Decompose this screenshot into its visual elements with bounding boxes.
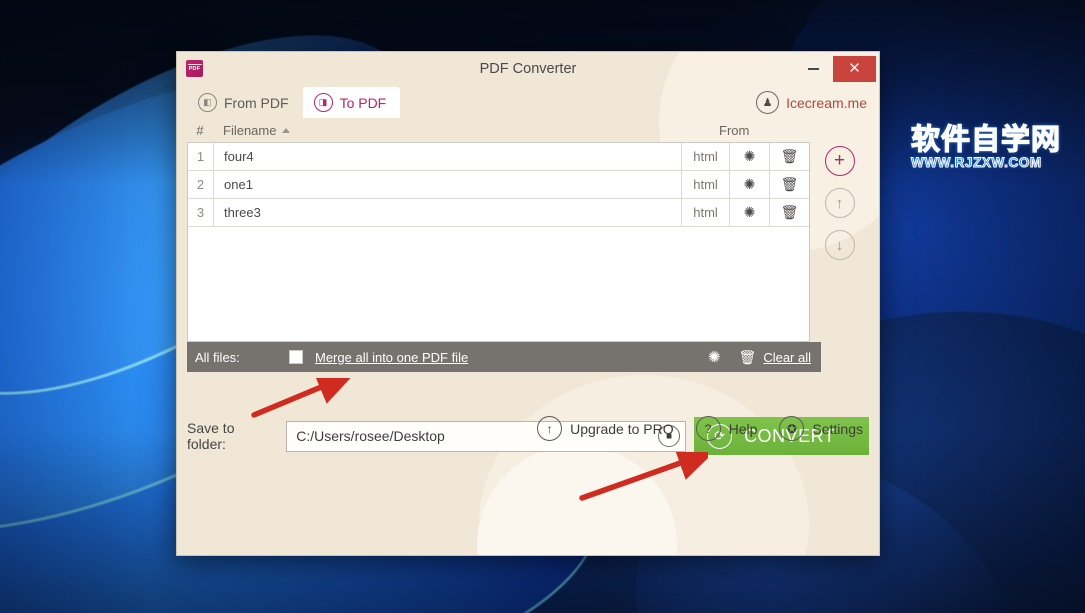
gear-icon: ✺	[743, 148, 756, 164]
row-filename: four4	[224, 149, 254, 164]
row-settings-button[interactable]: ✺	[729, 171, 769, 198]
merge-all-label[interactable]: Merge all into one PDF file	[315, 350, 468, 365]
icecream-brand-link[interactable]: ♟ Icecream.me	[756, 91, 867, 114]
column-header-filename-label: Filename	[223, 122, 277, 138]
question-mark-icon: ?	[695, 416, 721, 441]
all-files-label: All files:	[195, 349, 240, 365]
close-button[interactable]: ✕	[833, 55, 876, 82]
tab-from-pdf[interactable]: ◧ From PDF	[187, 87, 303, 118]
close-icon: ✕	[848, 60, 861, 77]
gear-icon: ✺	[743, 204, 756, 220]
gear-icon: ✪	[779, 416, 805, 441]
row-filename: three3	[224, 205, 261, 220]
row-source-format: html	[681, 171, 729, 198]
title-bar[interactable]: PDF Converter ✕	[177, 52, 879, 85]
to-pdf-icon: ◨	[313, 93, 333, 112]
arrow-down-icon: ↓	[835, 236, 844, 254]
icecream-cone-icon: ♟	[756, 91, 780, 114]
site-watermark: 软件自学网 WWW.RJZXW.COM	[910, 124, 1062, 170]
upgrade-to-pro-button[interactable]: ↑ Upgrade to PRO	[537, 416, 674, 441]
desktop-background: 软件自学网 WWW.RJZXW.COM PDF Converter ✕ ◧	[0, 0, 1085, 613]
all-files-actions: ✺ 🗑 Clear all	[708, 348, 811, 367]
all-files-settings-button[interactable]: ✺	[708, 348, 721, 366]
settings-button[interactable]: ✪ Settings	[779, 416, 863, 441]
icecream-brand-label: Icecream.me	[786, 94, 867, 111]
trash-icon: 🗑	[780, 204, 799, 220]
watermark-url-text: WWW.RJZXW.COM	[911, 155, 1042, 170]
row-delete-button[interactable]: 🗑	[769, 199, 809, 226]
app-icon	[186, 60, 203, 77]
arrow-up-icon: ↑	[835, 194, 844, 212]
tab-to-pdf-label: To PDF	[339, 94, 387, 111]
save-to-folder-label: Save to folder:	[187, 420, 235, 452]
file-list-region: 1 four4 html ✺ 🗑 2 one1 html ✺ 🗑 3 three…	[187, 142, 869, 342]
column-header-number: #	[196, 122, 204, 138]
move-down-button[interactable]: ↓	[824, 230, 855, 260]
tab-from-pdf-label: From PDF	[224, 94, 289, 111]
column-header-filename[interactable]: Filename	[213, 123, 711, 138]
move-up-button[interactable]: ↑	[824, 188, 855, 218]
all-files-bar: All files: Merge all into one PDF file ✺…	[187, 342, 821, 372]
row-settings-button[interactable]: ✺	[729, 143, 769, 170]
list-action-buttons: + ↑ ↓	[810, 142, 869, 260]
add-file-button[interactable]: +	[824, 146, 855, 176]
tab-to-pdf[interactable]: ◨ To PDF	[302, 87, 401, 118]
column-header-from: From	[719, 122, 750, 138]
table-header: # Filename From	[187, 118, 821, 142]
row-settings-button[interactable]: ✺	[729, 199, 769, 226]
help-button[interactable]: ? Help	[695, 416, 758, 441]
tab-bar: ◧ From PDF ◨ To PDF ♟ Icecream.me	[177, 85, 879, 118]
from-pdf-icon: ◧	[198, 93, 217, 112]
table-row[interactable]: 2 one1 html ✺ 🗑	[188, 171, 810, 199]
pdf-converter-window: PDF Converter ✕ ◧ From PDF ◨ To PDF ♟	[176, 51, 880, 556]
minimize-icon	[807, 67, 819, 70]
settings-label: Settings	[812, 420, 863, 437]
clear-all-label: Clear all	[763, 349, 811, 365]
table-row[interactable]: 3 three3 html ✺ 🗑	[188, 199, 810, 227]
trash-icon: 🗑	[780, 176, 799, 192]
row-source-format: html	[681, 143, 729, 170]
clear-all-button[interactable]: 🗑 Clear all	[739, 349, 811, 366]
row-source-format: html	[681, 199, 729, 226]
window-title: PDF Converter	[479, 60, 577, 77]
row-filename: one1	[224, 177, 253, 192]
plus-icon: +	[833, 150, 846, 171]
sort-ascending-icon	[282, 127, 291, 133]
row-delete-button[interactable]: 🗑	[769, 143, 809, 170]
gear-icon: ✺	[743, 176, 756, 192]
watermark-chinese-text: 软件自学网	[910, 124, 1062, 156]
minimize-button[interactable]	[793, 55, 833, 83]
table-row[interactable]: 1 four4 html ✺ 🗑	[188, 143, 810, 171]
row-delete-button[interactable]: 🗑	[769, 171, 809, 198]
trash-icon: 🗑	[738, 348, 757, 365]
merge-all-checkbox[interactable]	[289, 350, 303, 364]
main-content: # Filename From 1 four4 html ✺ 🗑 2 one1 …	[177, 118, 879, 455]
row-number: 1	[188, 143, 214, 170]
trash-icon: 🗑	[780, 148, 799, 164]
output-path-value: C:/Users/rosee/Desktop	[296, 428, 445, 444]
window-decoration-blob-3	[477, 445, 677, 555]
footer-actions: ↑ Upgrade to PRO ? Help ✪ Settings	[537, 416, 863, 441]
upgrade-to-pro-label: Upgrade to PRO	[570, 420, 674, 437]
window-controls: ✕	[793, 52, 879, 85]
help-label: Help	[728, 420, 758, 437]
row-number: 2	[188, 171, 214, 198]
upgrade-arrow-icon: ↑	[537, 416, 563, 441]
file-list: 1 four4 html ✺ 🗑 2 one1 html ✺ 🗑 3 three…	[187, 142, 811, 342]
row-number: 3	[188, 199, 214, 226]
